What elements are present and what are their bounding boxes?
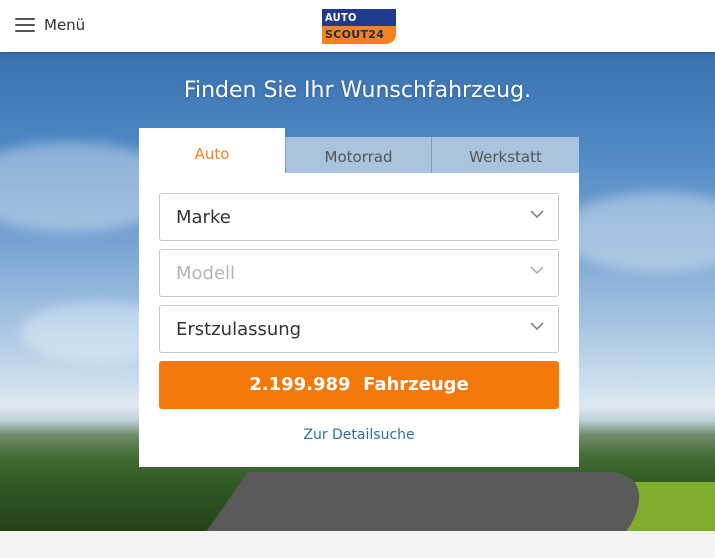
top-header: Menü AUTO SCOUT24 bbox=[0, 0, 715, 52]
tab-motorrad[interactable]: Motorrad bbox=[285, 137, 431, 173]
search-form: Marke Modell Erstzulassung 2.199.989 Fah… bbox=[139, 173, 579, 467]
logo-top-text: AUTO bbox=[322, 9, 396, 26]
tab-auto[interactable]: Auto bbox=[139, 128, 285, 173]
road-shape bbox=[191, 472, 669, 531]
modell-select[interactable]: Modell bbox=[159, 249, 559, 297]
tab-werkstatt[interactable]: Werkstatt bbox=[431, 137, 579, 173]
marke-select[interactable]: Marke bbox=[159, 193, 559, 241]
search-results-button[interactable]: 2.199.989 Fahrzeuge bbox=[159, 361, 559, 409]
hero-headline: Finden Sie Ihr Wunschfahrzeug. bbox=[183, 78, 532, 103]
detail-search-link[interactable]: Zur Detailsuche bbox=[159, 427, 559, 443]
hamburger-icon bbox=[15, 18, 35, 32]
marke-select-label: Marke bbox=[176, 207, 231, 228]
logo-bottom-text: SCOUT24 bbox=[322, 26, 396, 44]
cloud-shape bbox=[560, 192, 715, 272]
erstzulassung-select-label: Erstzulassung bbox=[176, 319, 302, 340]
menu-button[interactable]: Menü bbox=[15, 17, 85, 33]
menu-label: Menü bbox=[44, 16, 86, 34]
chevron-down-icon bbox=[530, 266, 544, 275]
page-bottom bbox=[0, 531, 715, 558]
vehicle-tabs: Auto Motorrad Werkstatt bbox=[139, 128, 579, 173]
chevron-down-icon bbox=[530, 322, 544, 331]
chevron-down-icon bbox=[530, 210, 544, 219]
search-panel: Auto Motorrad Werkstatt Marke Modell Ers… bbox=[139, 128, 579, 467]
autoscout24-logo[interactable]: AUTO SCOUT24 bbox=[322, 9, 396, 44]
erstzulassung-select[interactable]: Erstzulassung bbox=[159, 305, 559, 353]
modell-select-label: Modell bbox=[176, 263, 236, 284]
